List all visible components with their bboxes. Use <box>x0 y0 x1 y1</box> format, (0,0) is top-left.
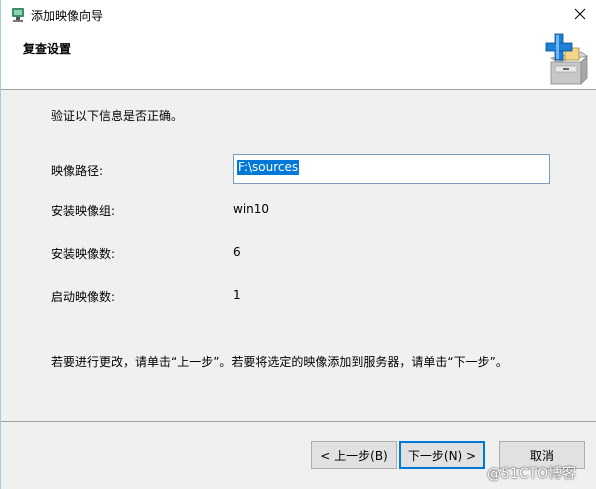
add-to-cabinet-icon <box>541 32 589 88</box>
image-path-value: F:\sources <box>237 160 300 175</box>
close-icon <box>574 8 586 23</box>
image-path-label: 映像路径: <box>51 164 104 178</box>
image-path-field[interactable]: F:\sources <box>233 154 550 184</box>
page-title: 复查设置 <box>23 42 72 56</box>
wizard-header: 复查设置 <box>1 30 596 90</box>
install-image-group-label: 安装映像组: <box>51 204 116 218</box>
window-title: 添加映像向导 <box>31 9 104 23</box>
add-image-wizard-window: 添加映像向导 复查设置 验证以下信息是否正确。 映像路径: F:\sources… <box>0 0 596 489</box>
install-image-count-label: 安装映像数: <box>51 247 116 261</box>
wizard-content: 验证以下信息是否正确。 映像路径: F:\sources 安装映像组: win1… <box>1 90 596 421</box>
title-bar: 添加映像向导 <box>1 0 596 30</box>
back-button[interactable]: < 上一步(B) <box>311 441 397 469</box>
watermark: @51CTO博客 <box>487 466 577 482</box>
boot-image-count-label: 启动映像数: <box>51 290 116 304</box>
install-image-count-value: 6 <box>233 245 241 259</box>
install-image-group-value: win10 <box>233 202 270 216</box>
boot-image-count-value: 1 <box>233 288 241 302</box>
wizard-footer: < 上一步(B) 下一步(N) > 取消 @51CTO博客 <box>1 422 596 489</box>
instruction-note: 若要进行更改，请单击“上一步”。若要将选定的映像添加到服务器，请单击“下一步”。 <box>51 355 508 369</box>
wds-app-icon <box>10 7 26 23</box>
close-button[interactable] <box>563 0 596 30</box>
intro-text: 验证以下信息是否正确。 <box>51 109 184 123</box>
next-button[interactable]: 下一步(N) > <box>399 441 485 469</box>
